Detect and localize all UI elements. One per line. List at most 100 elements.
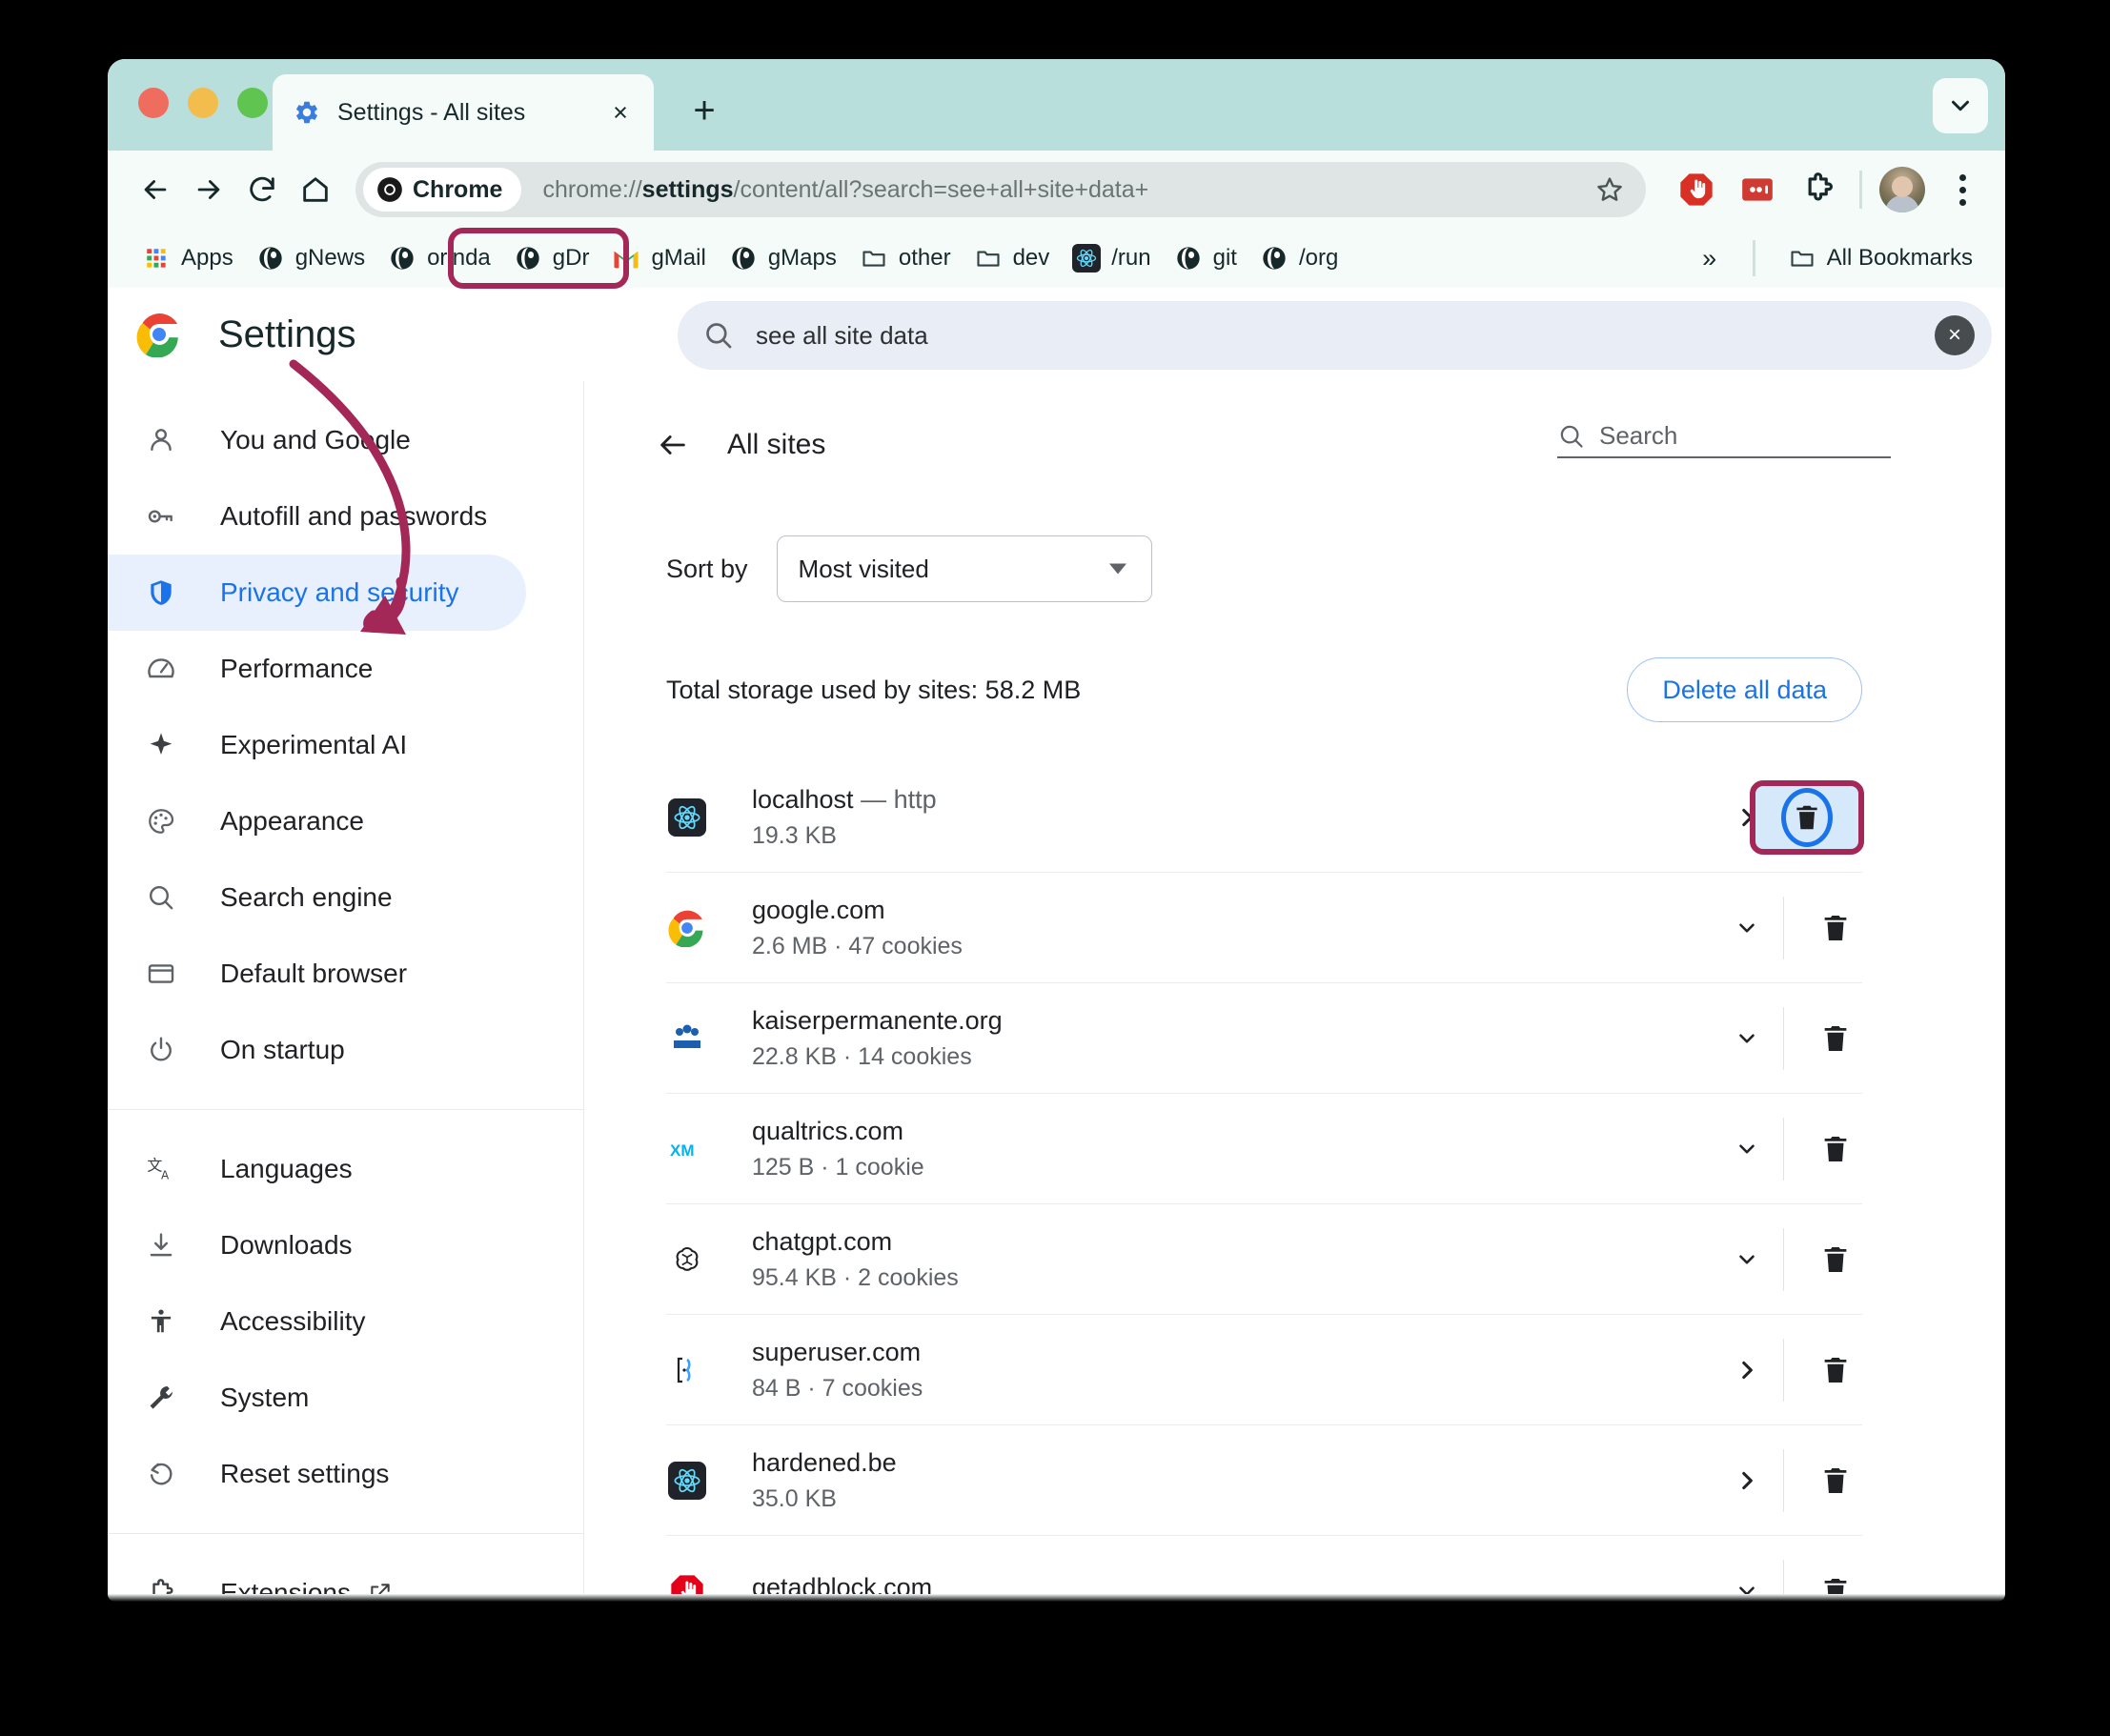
kaiser-icon — [666, 1018, 708, 1060]
site-name: kaiserpermanente.org — [752, 1005, 1003, 1035]
table-row[interactable]: localhost — http 19.3 KB — [666, 762, 1864, 873]
window-minimize-button[interactable] — [188, 88, 218, 118]
settings-search-input[interactable]: see all site data × — [678, 301, 1992, 370]
chevron-right-icon[interactable] — [1720, 1343, 1774, 1397]
table-row[interactable]: kaiserpermanente.org 22.8 KB · 14 cookie… — [666, 983, 1862, 1094]
localhost-delete-button-highlight[interactable] — [1750, 779, 1864, 855]
trash-icon[interactable] — [1809, 1012, 1862, 1065]
chevron-double-right-icon[interactable]: » — [1688, 236, 1732, 280]
forward-icon[interactable] — [182, 163, 235, 216]
new-tab-button[interactable]: + — [680, 86, 729, 135]
person-icon — [142, 421, 180, 459]
sidebar-item-languages[interactable]: 文A Languages — [108, 1131, 526, 1207]
adblock-icon — [666, 1570, 708, 1594]
trash-icon[interactable] — [1809, 1343, 1862, 1397]
bookmark-apps[interactable]: Apps — [131, 238, 245, 278]
sidebar-item-privacy-and-security[interactable]: Privacy and security — [108, 555, 526, 631]
row-divider — [1783, 1227, 1784, 1291]
trash-icon[interactable] — [1809, 1122, 1862, 1176]
table-row[interactable]: getadblock.com — [666, 1536, 1862, 1594]
chevron-down-icon[interactable] — [1720, 901, 1774, 955]
close-icon[interactable]: × — [1935, 315, 1975, 355]
all-bookmarks-button[interactable]: All Bookmarks — [1776, 238, 1984, 278]
bookmark-gmaps[interactable]: gMaps — [718, 238, 848, 278]
sidebar-item-label: Downloads — [220, 1230, 353, 1260]
url-host: settings — [641, 175, 734, 203]
bookmark-star-icon[interactable] — [1587, 167, 1633, 212]
external-link-icon — [368, 1581, 393, 1594]
chevron-down-icon[interactable] — [1720, 1233, 1774, 1286]
window-maximize-button[interactable] — [237, 88, 268, 118]
avatar[interactable] — [1879, 167, 1925, 212]
chevron-down-icon[interactable] — [1720, 1012, 1774, 1065]
sidebar-item-downloads[interactable]: Downloads — [108, 1207, 526, 1283]
bookmark-gnews[interactable]: gNews — [245, 238, 376, 278]
chrome-logo-icon — [136, 312, 182, 358]
site-search-box[interactable]: Search — [1557, 421, 1891, 458]
window-close-button[interactable] — [138, 88, 169, 118]
trash-icon[interactable] — [1809, 901, 1862, 955]
chevron-down-icon[interactable] — [1720, 1564, 1774, 1594]
trash-icon[interactable] — [1809, 1233, 1862, 1286]
sidebar-item-performance[interactable]: Performance — [108, 631, 526, 707]
address-bar-url[interactable]: chrome://settings/content/all?search=see… — [542, 176, 1587, 204]
sidebar-item-autofill-and-passwords[interactable]: Autofill and passwords — [108, 478, 526, 555]
sidebar-item-search-engine[interactable]: Search engine — [108, 859, 526, 936]
bookmark-folder-other[interactable]: other — [848, 238, 963, 278]
table-row[interactable]: chatgpt.com 95.4 KB · 2 cookies — [666, 1204, 1862, 1315]
site-name: google.com — [752, 895, 885, 924]
kebab-menu-icon[interactable] — [1940, 166, 1984, 213]
chevron-right-icon[interactable] — [1720, 1454, 1774, 1507]
translate-icon: 文A — [142, 1150, 180, 1188]
sidebar-item-reset-settings[interactable]: Reset settings — [108, 1436, 526, 1512]
sidebar-item-accessibility[interactable]: Accessibility — [108, 1283, 526, 1360]
close-icon[interactable]: × — [604, 96, 637, 129]
sort-by-select[interactable]: Most visited — [776, 535, 1152, 602]
table-row[interactable]: superuser.com 84 B · 7 cookies — [666, 1315, 1862, 1425]
reload-icon[interactable] — [235, 163, 289, 216]
sidebar-item-appearance[interactable]: Appearance — [108, 783, 526, 859]
superuser-icon — [666, 1349, 708, 1391]
trash-icon[interactable] — [1809, 1454, 1862, 1507]
key-icon — [142, 497, 180, 535]
bookmark-folder-dev[interactable]: dev — [963, 238, 1062, 278]
back-icon[interactable] — [129, 163, 182, 216]
sidebar-item-extensions[interactable]: Extensions — [108, 1555, 526, 1594]
adblock-icon[interactable] — [1673, 166, 1720, 213]
row-divider — [1783, 1006, 1784, 1070]
table-row[interactable]: google.com 2.6 MB · 47 cookies — [666, 873, 1862, 983]
search-input[interactable]: Search — [1599, 421, 1891, 451]
table-row[interactable]: hardened.be 35.0 KB — [666, 1425, 1862, 1536]
sidebar-item-experimental-ai[interactable]: Experimental AI — [108, 707, 526, 783]
bookmark-git[interactable]: git — [1163, 238, 1248, 278]
dots-extension-icon[interactable] — [1734, 166, 1781, 213]
back-arrow-icon[interactable] — [647, 419, 699, 471]
trash-icon[interactable] — [1790, 799, 1824, 836]
sidebar-item-on-startup[interactable]: On startup — [108, 1012, 526, 1088]
table-row[interactable]: XM qualtrics.com 125 B · 1 cookie — [666, 1094, 1862, 1204]
bookmarks-divider — [1752, 240, 1755, 276]
sidebar-item-you-and-google[interactable]: You and Google — [108, 402, 526, 478]
chevron-down-icon[interactable] — [1720, 1122, 1774, 1176]
search-icon — [702, 319, 735, 352]
delete-all-data-button[interactable]: Delete all data — [1627, 657, 1862, 722]
trash-icon[interactable] — [1809, 1564, 1862, 1594]
bookmark-label: gMaps — [767, 245, 837, 271]
puzzle-extension-icon[interactable] — [1795, 166, 1842, 213]
bookmark-gdr[interactable]: gDr — [502, 238, 601, 278]
globe-icon — [1260, 244, 1288, 273]
bookmark-org[interactable]: /org — [1248, 238, 1349, 278]
bookmark-gmail[interactable]: gMail — [600, 238, 717, 278]
home-icon[interactable] — [289, 163, 342, 216]
address-bar[interactable]: Chrome chrome://settings/content/all?sea… — [355, 162, 1646, 217]
site-name: chatgpt.com — [752, 1226, 893, 1256]
browser-tab[interactable]: Settings - All sites × — [273, 74, 654, 151]
globe-icon — [514, 244, 542, 273]
settings-gear-icon — [294, 99, 320, 126]
bookmark-orinda[interactable]: orinda — [376, 238, 502, 278]
bookmark-run[interactable]: /run — [1061, 238, 1162, 278]
sidebar-item-default-browser[interactable]: Default browser — [108, 936, 526, 1012]
sidebar-item-system[interactable]: System — [108, 1360, 526, 1436]
chevron-down-icon[interactable] — [1933, 78, 1988, 133]
omnibox-chrome-chip[interactable]: Chrome — [363, 168, 522, 212]
